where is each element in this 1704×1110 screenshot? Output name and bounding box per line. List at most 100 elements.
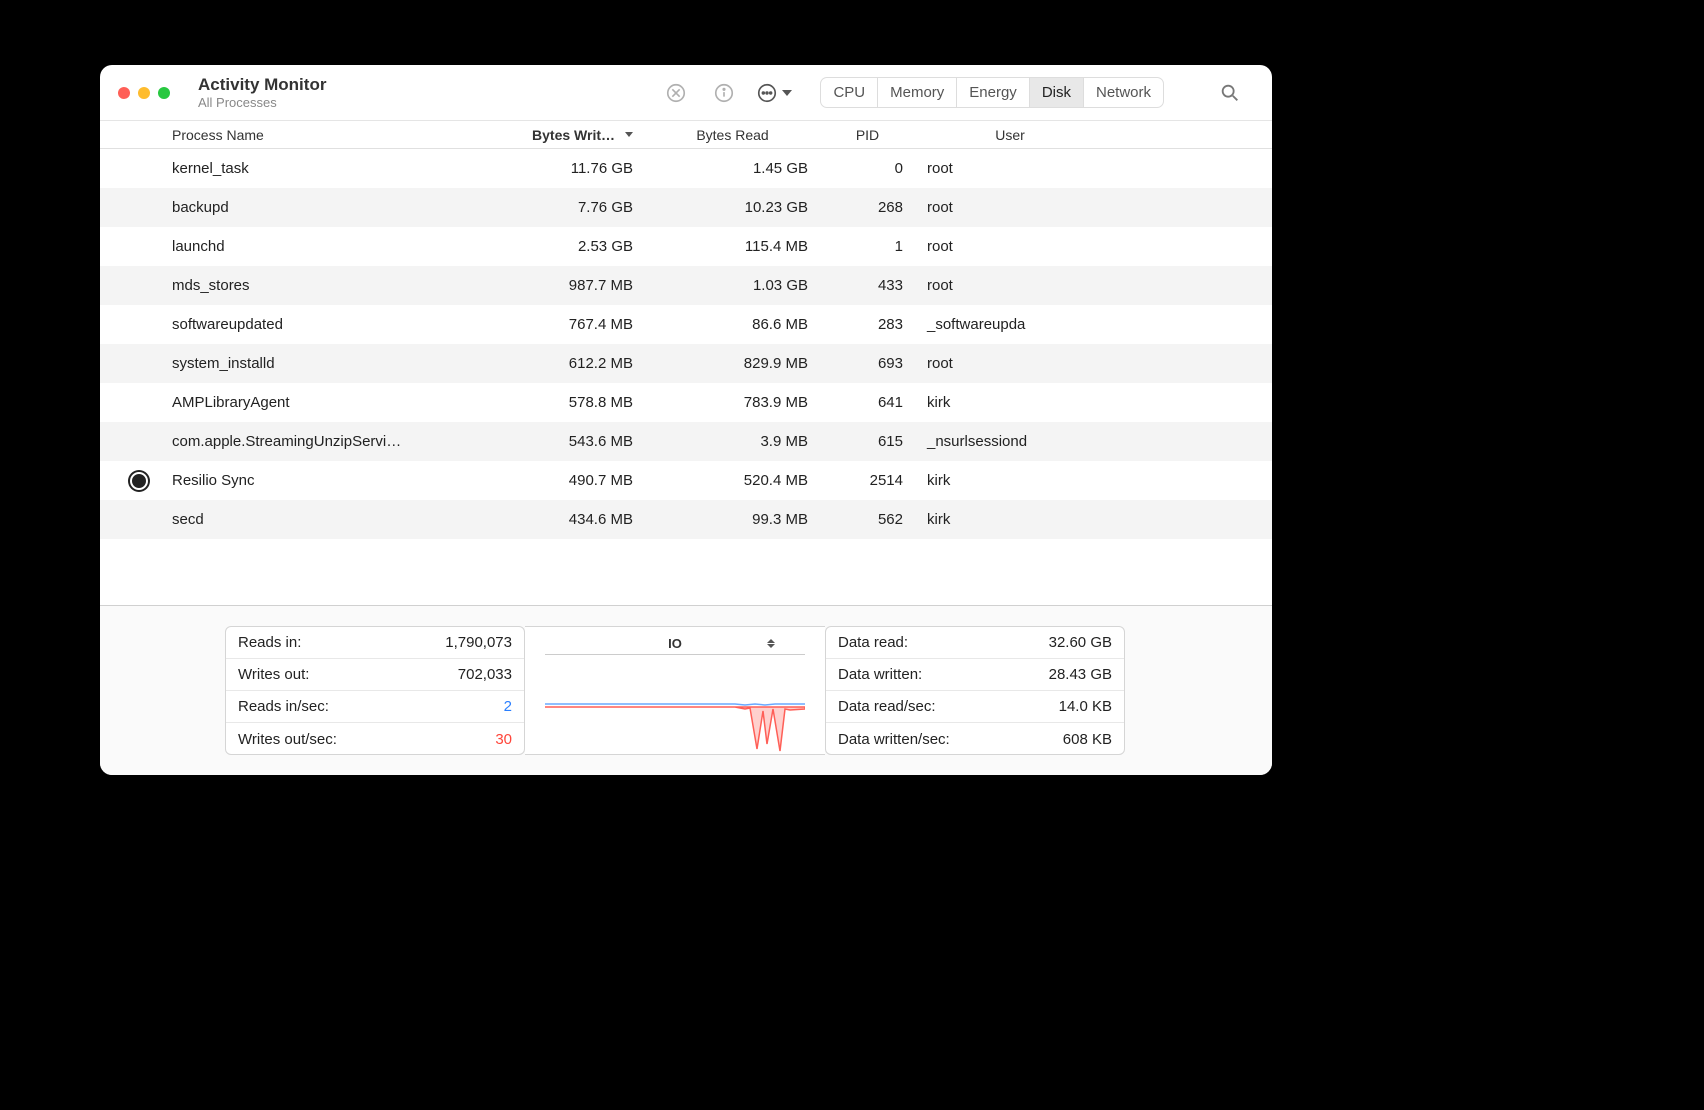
cell-process-name: com.apple.StreamingUnzipServi…	[160, 433, 470, 450]
cell-user: root	[915, 277, 1105, 294]
cell-user: kirk	[915, 394, 1105, 411]
cell-process-name: kernel_task	[160, 160, 470, 177]
column-bytes-read[interactable]: Bytes Read	[645, 127, 820, 143]
cell-pid: 1	[820, 238, 915, 255]
cell-bytes-read: 1.03 GB	[645, 277, 820, 294]
io-graph	[545, 699, 805, 754]
stat-label: Data read/sec:	[838, 698, 936, 715]
table-row[interactable]: mds_stores987.7 MB1.03 GB433root	[100, 266, 1272, 305]
cell-pid: 433	[820, 277, 915, 294]
traffic-lights	[118, 87, 170, 99]
cell-pid: 693	[820, 355, 915, 372]
cell-bytes-read: 86.6 MB	[645, 316, 820, 333]
cell-bytes-written: 2.53 GB	[470, 238, 645, 255]
cell-user: _softwareupda	[915, 316, 1105, 333]
cell-pid: 641	[820, 394, 915, 411]
cell-pid: 268	[820, 199, 915, 216]
title-block: Activity Monitor All Processes	[198, 75, 326, 110]
stat-data-written: Data written: 28.43 GB	[826, 659, 1124, 691]
stat-value: 32.60 GB	[1049, 634, 1112, 651]
stat-data-read: Data read: 32.60 GB	[826, 627, 1124, 659]
info-icon	[713, 82, 735, 104]
cell-pid: 283	[820, 316, 915, 333]
options-button[interactable]	[756, 82, 792, 104]
cell-bytes-read: 829.9 MB	[645, 355, 820, 372]
toolbar: Activity Monitor All Processes CPU Memor…	[100, 65, 1272, 121]
cell-bytes-written: 578.8 MB	[470, 394, 645, 411]
tab-cpu[interactable]: CPU	[821, 78, 878, 107]
column-user[interactable]: User	[915, 127, 1105, 143]
stats-left-box: Reads in: 1,790,073 Writes out: 702,033 …	[225, 626, 525, 755]
cell-bytes-read: 10.23 GB	[645, 199, 820, 216]
stat-value: 2	[504, 698, 512, 715]
cell-user: kirk	[915, 511, 1105, 528]
tab-memory[interactable]: Memory	[878, 78, 957, 107]
cell-process-name: launchd	[160, 238, 470, 255]
stats-right-box: Data read: 32.60 GB Data written: 28.43 …	[825, 626, 1125, 755]
stat-label: Data written/sec:	[838, 731, 950, 748]
window-subtitle: All Processes	[198, 95, 326, 110]
tab-network[interactable]: Network	[1084, 78, 1163, 107]
table-row[interactable]: system_installd612.2 MB829.9 MB693root	[100, 344, 1272, 383]
cell-bytes-written: 434.6 MB	[470, 511, 645, 528]
cell-bytes-read: 3.9 MB	[645, 433, 820, 450]
io-selector[interactable]: IO	[545, 633, 805, 655]
table-row[interactable]: backupd7.76 GB10.23 GB268root	[100, 188, 1272, 227]
stat-reads-in: Reads in: 1,790,073	[226, 627, 524, 659]
cell-process-name: mds_stores	[160, 277, 470, 294]
column-bytes-written-label: Bytes Writ…	[532, 127, 615, 143]
table-row[interactable]: Resilio Sync490.7 MB520.4 MB2514kirk	[100, 461, 1272, 500]
cell-bytes-written: 987.7 MB	[470, 277, 645, 294]
window-title: Activity Monitor	[198, 75, 326, 95]
stat-label: Reads in/sec:	[238, 698, 329, 715]
io-selector-label: IO	[668, 636, 682, 651]
tab-disk[interactable]: Disk	[1030, 78, 1084, 107]
cell-user: root	[915, 355, 1105, 372]
stat-reads-per-sec: Reads in/sec: 2	[226, 691, 524, 723]
stat-value: 30	[495, 731, 512, 748]
cell-user: root	[915, 199, 1105, 216]
cell-pid: 562	[820, 511, 915, 528]
cell-bytes-written: 543.6 MB	[470, 433, 645, 450]
stat-value: 702,033	[458, 666, 512, 683]
info-button[interactable]	[708, 77, 740, 109]
activity-monitor-window: Activity Monitor All Processes CPU Memor…	[100, 65, 1272, 775]
cell-process-name: system_installd	[160, 355, 470, 372]
table-row[interactable]: launchd2.53 GB115.4 MB1root	[100, 227, 1272, 266]
app-icon	[128, 470, 150, 492]
stop-process-button[interactable]	[660, 77, 692, 109]
column-bytes-written[interactable]: Bytes Writ…	[470, 127, 645, 143]
cell-bytes-written: 490.7 MB	[470, 472, 645, 489]
stat-value: 14.0 KB	[1059, 698, 1112, 715]
stat-value: 1,790,073	[445, 634, 512, 651]
column-pid[interactable]: PID	[820, 127, 915, 143]
select-arrows-icon	[767, 639, 775, 648]
column-process-name[interactable]: Process Name	[160, 127, 470, 143]
search-button[interactable]	[1214, 77, 1246, 109]
cell-pid: 2514	[820, 472, 915, 489]
minimize-button[interactable]	[138, 87, 150, 99]
close-button[interactable]	[118, 87, 130, 99]
tab-energy[interactable]: Energy	[957, 78, 1030, 107]
stat-value: 28.43 GB	[1049, 666, 1112, 683]
cell-process-name: Resilio Sync	[160, 472, 470, 489]
stat-label: Writes out/sec:	[238, 731, 337, 748]
stats-graph-box: IO	[525, 626, 825, 755]
search-icon	[1219, 82, 1241, 104]
cell-pid: 615	[820, 433, 915, 450]
table-row[interactable]: softwareupdated767.4 MB86.6 MB283_softwa…	[100, 305, 1272, 344]
cell-bytes-written: 7.76 GB	[470, 199, 645, 216]
maximize-button[interactable]	[158, 87, 170, 99]
table-header: Process Name Bytes Writ… Bytes Read PID …	[100, 121, 1272, 149]
sort-descending-icon	[625, 132, 633, 137]
table-row[interactable]: com.apple.StreamingUnzipServi…543.6 MB3.…	[100, 422, 1272, 461]
cell-bytes-read: 783.9 MB	[645, 394, 820, 411]
stat-writes-out: Writes out: 702,033	[226, 659, 524, 691]
stat-data-read-per-sec: Data read/sec: 14.0 KB	[826, 691, 1124, 723]
cell-bytes-written: 11.76 GB	[470, 160, 645, 177]
stat-writes-per-sec: Writes out/sec: 30	[226, 723, 524, 755]
table-row[interactable]: kernel_task11.76 GB1.45 GB0root	[100, 149, 1272, 188]
table-row[interactable]: AMPLibraryAgent578.8 MB783.9 MB641kirk	[100, 383, 1272, 422]
table-row[interactable]: secd434.6 MB99.3 MB562kirk	[100, 500, 1272, 539]
cell-user: root	[915, 160, 1105, 177]
